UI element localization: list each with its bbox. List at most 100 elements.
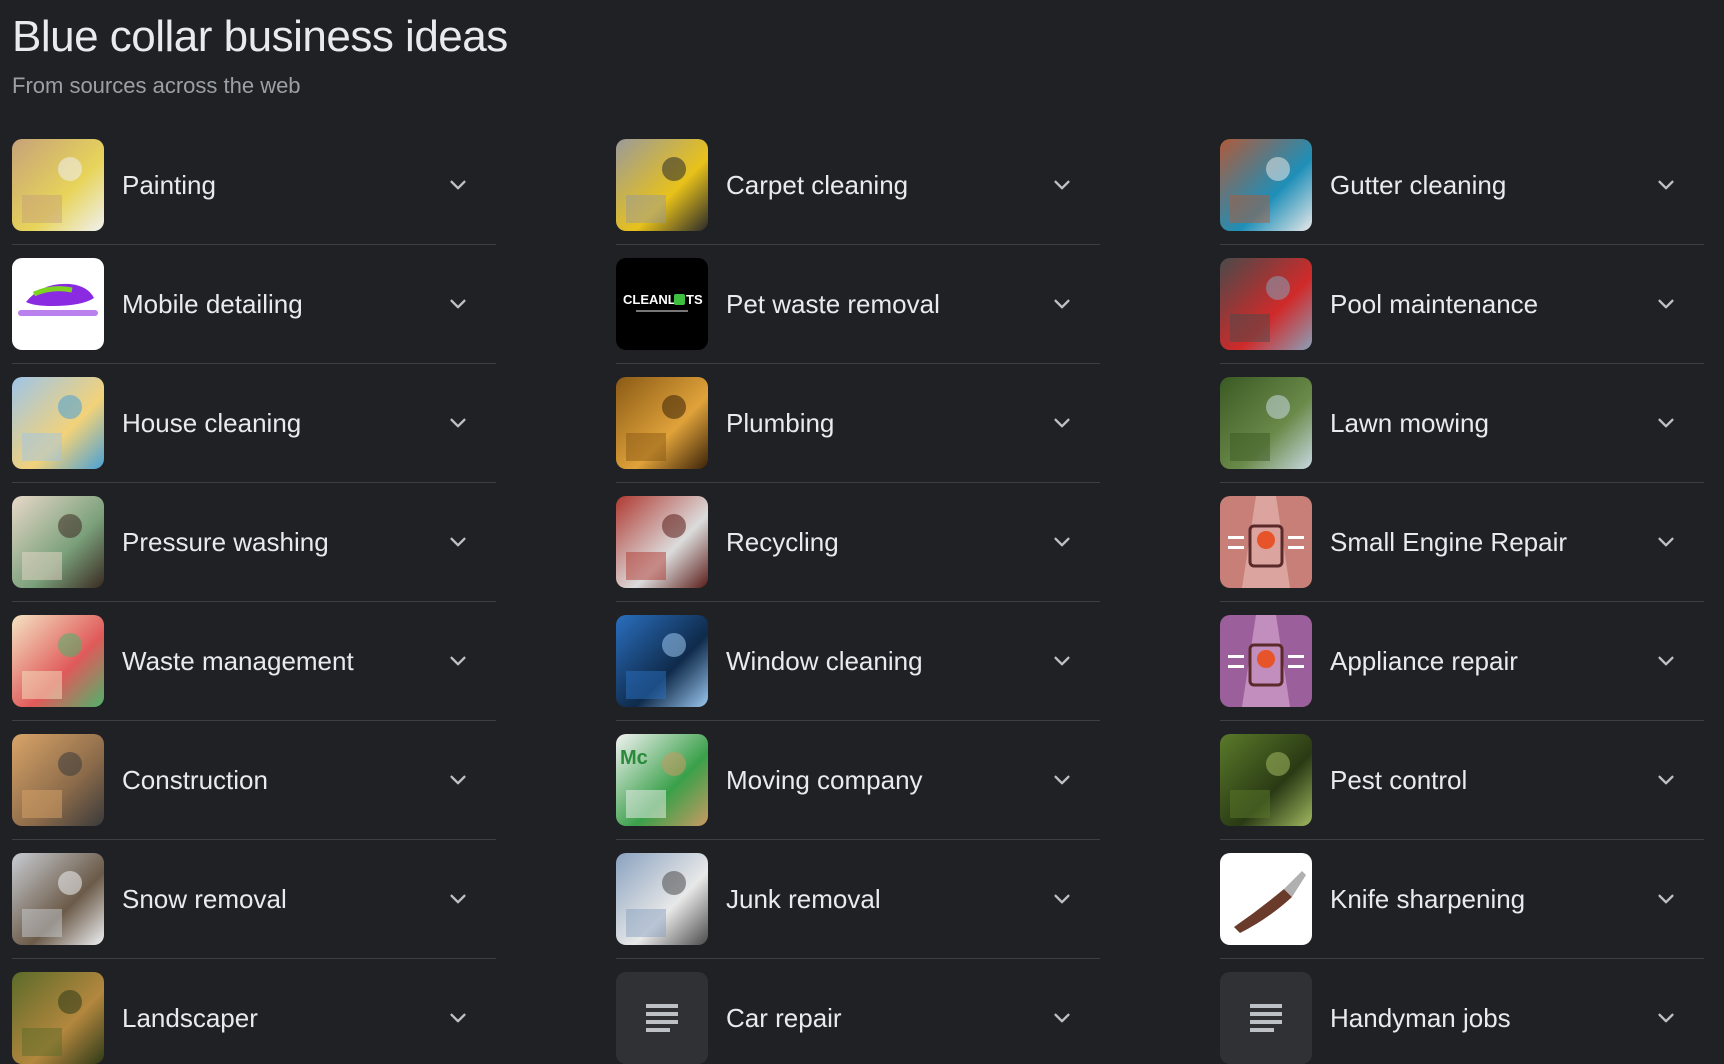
page-title: Blue collar business ideas bbox=[12, 12, 508, 61]
idea-label: Junk removal bbox=[726, 883, 881, 914]
idea-item-construction[interactable]: Construction bbox=[12, 721, 496, 840]
idea-thumbnail bbox=[616, 377, 708, 469]
idea-label: House cleaning bbox=[122, 407, 302, 438]
featured-snippet: Blue collar business ideas From sources … bbox=[0, 0, 1724, 1064]
idea-label: Moving company bbox=[726, 764, 923, 795]
chevron-down-icon[interactable] bbox=[1048, 766, 1076, 794]
idea-item-appliance-repair[interactable]: Appliance repair bbox=[1220, 602, 1704, 721]
idea-thumbnail bbox=[12, 972, 104, 1064]
ideas-column-3: Gutter cleaning Pool maintenance Lawn mo… bbox=[1220, 126, 1704, 1064]
idea-item-recycling[interactable]: Recycling bbox=[616, 483, 1100, 602]
idea-thumbnail bbox=[12, 139, 104, 231]
ideas-column-1: Painting Mobile detailing House cleaning… bbox=[12, 126, 496, 1064]
idea-label: Gutter cleaning bbox=[1330, 169, 1507, 200]
idea-label: Small Engine Repair bbox=[1330, 526, 1568, 557]
idea-item-knife-sharpening[interactable]: Knife sharpening bbox=[1220, 840, 1704, 959]
chevron-down-icon[interactable] bbox=[444, 766, 472, 794]
svg-text:TS: TS bbox=[686, 292, 703, 307]
idea-item-junk-removal[interactable]: Junk removal bbox=[616, 840, 1100, 959]
chevron-down-icon[interactable] bbox=[1652, 171, 1680, 199]
idea-thumbnail bbox=[616, 496, 708, 588]
idea-thumbnail bbox=[1220, 496, 1312, 588]
idea-label: Pool maintenance bbox=[1330, 288, 1539, 319]
idea-item-pet-waste-removal[interactable]: CLEANL TS Pet waste removal bbox=[616, 245, 1100, 364]
idea-item-window-cleaning[interactable]: Window cleaning bbox=[616, 602, 1100, 721]
idea-thumbnail bbox=[1220, 853, 1312, 945]
idea-label: Lawn mowing bbox=[1330, 407, 1489, 438]
idea-thumbnail bbox=[616, 853, 708, 945]
idea-label: Painting bbox=[122, 169, 216, 200]
idea-item-pest-control[interactable]: Pest control bbox=[1220, 721, 1704, 840]
chevron-down-icon[interactable] bbox=[1652, 766, 1680, 794]
chevron-down-icon[interactable] bbox=[1652, 647, 1680, 675]
idea-thumbnail: Mc bbox=[616, 734, 708, 826]
idea-item-moving-company[interactable]: Mc Moving company bbox=[616, 721, 1100, 840]
idea-thumbnail bbox=[12, 734, 104, 826]
idea-label: Pest control bbox=[1330, 764, 1468, 795]
idea-label: Recycling bbox=[726, 526, 839, 557]
idea-label: Handyman jobs bbox=[1330, 1002, 1511, 1033]
idea-item-snow-removal[interactable]: Snow removal bbox=[12, 840, 496, 959]
chevron-down-icon[interactable] bbox=[1048, 171, 1076, 199]
idea-label: Waste management bbox=[122, 645, 354, 676]
chevron-down-icon[interactable] bbox=[444, 171, 472, 199]
chevron-down-icon[interactable] bbox=[444, 528, 472, 556]
chevron-down-icon[interactable] bbox=[1652, 885, 1680, 913]
idea-thumbnail bbox=[12, 496, 104, 588]
article-icon bbox=[616, 972, 708, 1064]
ideas-column-2: Carpet cleaning CLEANL TS Pet waste remo… bbox=[616, 126, 1100, 1064]
idea-item-plumbing[interactable]: Plumbing bbox=[616, 364, 1100, 483]
chevron-down-icon[interactable] bbox=[444, 647, 472, 675]
idea-item-carpet-cleaning[interactable]: Carpet cleaning bbox=[616, 126, 1100, 245]
chevron-down-icon[interactable] bbox=[444, 409, 472, 437]
idea-item-waste-management[interactable]: Waste management bbox=[12, 602, 496, 721]
chevron-down-icon[interactable] bbox=[444, 1004, 472, 1032]
chevron-down-icon[interactable] bbox=[1048, 1004, 1076, 1032]
idea-thumbnail bbox=[12, 258, 104, 350]
idea-label: Appliance repair bbox=[1330, 645, 1518, 676]
idea-thumbnail bbox=[1220, 258, 1312, 350]
idea-label: Car repair bbox=[726, 1002, 842, 1033]
idea-thumbnail: CLEANL TS bbox=[616, 258, 708, 350]
idea-item-pool-maintenance[interactable]: Pool maintenance bbox=[1220, 245, 1704, 364]
chevron-down-icon[interactable] bbox=[1048, 290, 1076, 318]
chevron-down-icon[interactable] bbox=[444, 290, 472, 318]
idea-item-painting[interactable]: Painting bbox=[12, 126, 496, 245]
svg-text:CLEANL: CLEANL bbox=[623, 292, 676, 307]
idea-label: Pressure washing bbox=[122, 526, 329, 557]
page-subtitle: From sources across the web bbox=[12, 73, 301, 98]
idea-label: Pet waste removal bbox=[726, 288, 940, 319]
idea-item-house-cleaning[interactable]: House cleaning bbox=[12, 364, 496, 483]
chevron-down-icon[interactable] bbox=[1652, 409, 1680, 437]
idea-thumbnail bbox=[1220, 734, 1312, 826]
idea-item-small-engine-repair[interactable]: Small Engine Repair bbox=[1220, 483, 1704, 602]
article-icon bbox=[1220, 972, 1312, 1064]
chevron-down-icon[interactable] bbox=[444, 885, 472, 913]
idea-label: Carpet cleaning bbox=[726, 169, 909, 200]
idea-item-gutter-cleaning[interactable]: Gutter cleaning bbox=[1220, 126, 1704, 245]
idea-item-car-repair[interactable]: Car repair bbox=[616, 959, 1100, 1064]
idea-thumbnail bbox=[616, 615, 708, 707]
chevron-down-icon[interactable] bbox=[1048, 647, 1076, 675]
chevron-down-icon[interactable] bbox=[1048, 528, 1076, 556]
idea-item-handyman-jobs[interactable]: Handyman jobs bbox=[1220, 959, 1704, 1064]
idea-label: Knife sharpening bbox=[1330, 883, 1526, 914]
idea-thumbnail bbox=[12, 853, 104, 945]
idea-label: Plumbing bbox=[726, 407, 835, 438]
idea-thumbnail bbox=[1220, 377, 1312, 469]
idea-thumbnail bbox=[1220, 615, 1312, 707]
idea-label: Snow removal bbox=[122, 883, 287, 914]
idea-item-landscaper[interactable]: Landscaper bbox=[12, 959, 496, 1064]
chevron-down-icon[interactable] bbox=[1652, 290, 1680, 318]
chevron-down-icon[interactable] bbox=[1652, 528, 1680, 556]
idea-thumbnail bbox=[616, 139, 708, 231]
idea-item-pressure-washing[interactable]: Pressure washing bbox=[12, 483, 496, 602]
ideas-grid: Painting Mobile detailing House cleaning… bbox=[12, 126, 1712, 1064]
idea-item-lawn-mowing[interactable]: Lawn mowing bbox=[1220, 364, 1704, 483]
chevron-down-icon[interactable] bbox=[1048, 885, 1076, 913]
idea-label: Landscaper bbox=[122, 1002, 258, 1033]
chevron-down-icon[interactable] bbox=[1048, 409, 1076, 437]
idea-thumbnail bbox=[12, 377, 104, 469]
idea-item-mobile-detailing[interactable]: Mobile detailing bbox=[12, 245, 496, 364]
chevron-down-icon[interactable] bbox=[1652, 1004, 1680, 1032]
